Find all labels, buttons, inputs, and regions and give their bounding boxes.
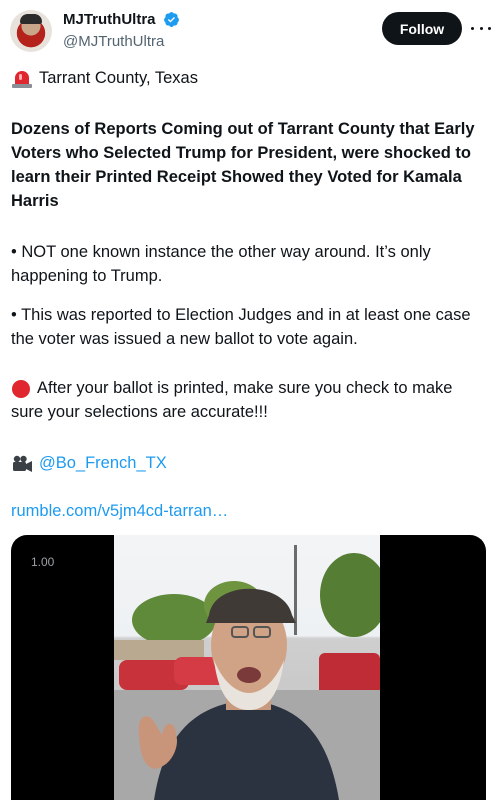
red-circle-icon: [12, 379, 30, 398]
video-player[interactable]: 1.00: [11, 535, 486, 800]
warning-text: After your ballot is printed, make sure …: [11, 379, 453, 421]
avatar[interactable]: [10, 10, 52, 52]
police-light-icon: [12, 70, 32, 88]
verified-badge-icon: [164, 12, 179, 27]
location-line: Tarrant County, Texas: [11, 66, 486, 90]
video-frame: [114, 535, 380, 800]
author-handle[interactable]: @MJTruthUltra: [63, 33, 164, 50]
location-text: Tarrant County, Texas: [39, 69, 198, 87]
follow-button[interactable]: Follow: [382, 12, 462, 45]
playback-speed[interactable]: 1.00: [31, 555, 54, 569]
bullet-point-2: • This was reported to Election Judges a…: [11, 306, 471, 348]
author-display-name[interactable]: MJTruthUltra: [63, 11, 156, 28]
video-thumbnail-image: [114, 545, 380, 800]
more-options-icon[interactable]: [471, 20, 491, 36]
bullet-point-1: • NOT one known instance the other way a…: [11, 243, 431, 285]
movie-camera-icon: [13, 455, 32, 472]
credit-line: @Bo_French_TX: [11, 451, 486, 475]
external-link[interactable]: rumble.com/v5jm4cd-tarran…: [11, 499, 486, 523]
tweet-header: MJTruthUltra @MJTruthUltra Follow: [0, 0, 500, 60]
warning-line: After your ballot is printed, make sure …: [11, 376, 486, 424]
mention-link[interactable]: @Bo_French_TX: [39, 454, 167, 472]
tweet-headline: Dozens of Reports Coming out of Tarrant …: [11, 120, 475, 210]
